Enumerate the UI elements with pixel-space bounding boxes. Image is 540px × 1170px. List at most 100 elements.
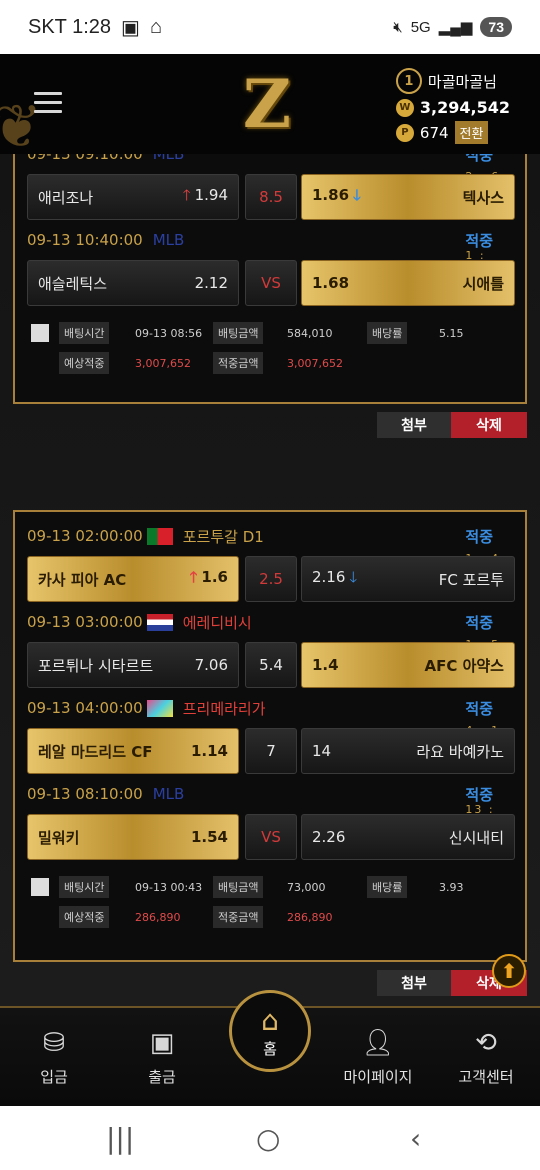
home-odds-button[interactable]: 레알 마드리드 CF 1.14 [27, 728, 239, 774]
away-odds-button[interactable]: 1.4 AFC 아약스 [301, 642, 515, 688]
nav-support[interactable]: ⟲ 고객센터 [436, 1028, 536, 1087]
match-header: 09-13 04:00:00 프리메라리가 적중 4 : 1 [15, 694, 525, 737]
match-time: 09-13 08:10:00 [27, 785, 143, 803]
handicap-button[interactable]: VS [245, 814, 297, 860]
win-amount: 286,890 [287, 910, 333, 924]
home-odd: 1.14 [190, 742, 228, 760]
scroll-top-icon[interactable]: ⬆ [492, 954, 526, 988]
home-odds-button[interactable]: 밀워키 1.54 [27, 814, 239, 860]
match-header: 09-13 08:10:00 MLB 적중 13 : 9 [15, 780, 525, 829]
home-team: 애슬레틱스 [38, 274, 108, 293]
nav-deposit[interactable]: ⛁ 입금 [4, 1028, 104, 1087]
bet-row: 카사 피아 AC 🡑 1.6 2.5 2.16 🡓 FC 포르투 [15, 550, 525, 608]
nav-home[interactable]: ⌂ 홈 [229, 990, 311, 1072]
battery-badge: 73 [480, 17, 512, 37]
match-header: 09-13 03:00:00 에레디비시 적중 1 : 5 [15, 608, 525, 651]
support-24-icon: ⟲ [475, 1028, 497, 1058]
bet-row: 밀워키 1.54 VS 2.26 신시내티 [15, 808, 525, 866]
score-label: 적중 [465, 528, 493, 546]
signal-icon: ▂▄▆ [438, 19, 473, 36]
site-logo[interactable]: Z [232, 65, 302, 143]
nav-support-label: 고객센터 [458, 1068, 514, 1086]
total-odds: 3.93 [439, 880, 464, 894]
away-odds-button[interactable]: 14 라요 바예카노 [301, 728, 515, 774]
match-score: 적중 1 : 5 [465, 612, 507, 651]
attach-button[interactable]: 첨부 [377, 970, 451, 996]
home-odds-button[interactable]: 포르튀나 시타르트 7.06 [27, 642, 239, 688]
away-team: 신시내티 [448, 828, 504, 847]
recent-apps-icon[interactable]: ||| [106, 1122, 134, 1155]
away-odds-button[interactable]: 1.68 시애틀 [301, 260, 515, 306]
username: 마골마골님 [427, 72, 497, 91]
handicap-value: VS [261, 828, 281, 846]
expected-win: 286,890 [135, 910, 181, 924]
away-team: AFC 아약스 [424, 656, 505, 675]
home-team: 레알 마드리드 CF [38, 742, 153, 761]
network-label: 5G [410, 18, 431, 36]
away-odds-button[interactable]: 2.16 🡓 FC 포르투 [301, 556, 515, 602]
expected-label: 예상적중 [59, 906, 110, 928]
handicap-button[interactable]: 8.5 [245, 174, 297, 220]
home-team: 포르튀나 시타르트 [38, 656, 154, 675]
nav-mypage[interactable]: 👤︎ 마이페이지 [328, 1028, 428, 1087]
win-amount: 3,007,652 [287, 356, 343, 370]
user-info: 1 마골마골님 W 3,294,542 P 674 전환 [395, 64, 510, 144]
cash-icon: ▣ [149, 1028, 175, 1058]
system-nav-bar: ||| ○ ‹ [0, 1106, 540, 1170]
score-label: 적중 [465, 154, 493, 164]
home-odds-button[interactable]: 애리조나 🡑 1.94 [27, 174, 239, 220]
home-odds-button[interactable]: 카사 피아 AC 🡑 1.6 [27, 556, 239, 602]
bet-time: 09-13 08:56 [135, 326, 203, 340]
match-score: 적중 1 : 19 [465, 230, 507, 275]
convert-button[interactable]: 전환 [454, 121, 489, 144]
handicap-button[interactable]: VS [245, 260, 297, 306]
away-odd: 1.86 [312, 185, 350, 204]
score-label: 적중 [465, 700, 493, 718]
away-odds-button[interactable]: 1.86 🡓 텍사스 [301, 174, 515, 220]
match-time: 09-13 04:00:00 [27, 699, 143, 717]
rank-badge: 1 [395, 68, 422, 94]
away-odd: 1.4 [312, 656, 339, 674]
arrow-down-icon: 🡓 [353, 185, 361, 204]
league-name: MLB [152, 785, 185, 803]
netherlands-flag-icon [146, 613, 173, 631]
nav-deposit-label: 입금 [40, 1068, 68, 1086]
arrow-up-icon: 🡑 [182, 185, 191, 204]
match-time: 09-13 09:10:00 [27, 154, 143, 163]
league-name: MLB [152, 231, 185, 249]
bet-amount-label: 배팅금액 [213, 322, 264, 344]
win-amount-label: 적중금액 [213, 906, 264, 928]
menu-icon[interactable] [34, 92, 62, 114]
match-header: 09-13 10:40:00 MLB 적중 1 : 19 [15, 226, 525, 275]
home-icon: ⌂ [261, 1003, 279, 1037]
home-odds-button[interactable]: 애슬레틱스 2.12 [27, 260, 239, 306]
away-odds-button[interactable]: 2.26 신시내티 [301, 814, 515, 860]
total-odds: 5.15 [439, 326, 464, 340]
back-icon[interactable]: ‹ [410, 1122, 421, 1155]
win-amount-label: 적중금액 [213, 352, 264, 374]
handicap-button[interactable]: 7 [245, 728, 297, 774]
nav-mypage-label: 마이페이지 [343, 1068, 413, 1086]
expected-label: 예상적중 [59, 352, 110, 374]
home-system-icon[interactable]: ○ [256, 1122, 280, 1155]
bet-amount-label: 배팅금액 [213, 876, 264, 898]
select-checkbox[interactable] [31, 324, 49, 342]
arrow-up-icon: 🡑 [189, 567, 198, 586]
handicap-button[interactable]: 2.5 [245, 556, 297, 602]
attach-button[interactable]: 첨부 [377, 412, 451, 438]
nav-withdraw[interactable]: ▣ 출금 [112, 1028, 212, 1087]
home-team: 밀워키 [38, 828, 80, 847]
home-odd: 1.6 [201, 567, 228, 586]
bet-history-list[interactable]: 09-13 09:10:00 MLB 적중 2 : 6 애리조나 🡑1.94 8… [0, 154, 540, 1006]
league-name: MLB [152, 154, 185, 163]
handicap-button[interactable]: 5.4 [245, 642, 297, 688]
select-checkbox[interactable] [31, 878, 49, 896]
user-icon: 👤︎ [361, 1028, 395, 1058]
bet-summary: 배팅시간 09-13 00:43 배팅금액 73,000 배당률 3.93 예상… [27, 872, 513, 942]
odds-label: 배당률 [367, 876, 408, 898]
mute-icon: 🔇︎ [393, 18, 403, 36]
home-odd: 7.06 [194, 656, 228, 674]
away-team: 시애틀 [462, 274, 504, 293]
money-icon: W [395, 98, 414, 117]
delete-button[interactable]: 삭제 [451, 412, 527, 438]
